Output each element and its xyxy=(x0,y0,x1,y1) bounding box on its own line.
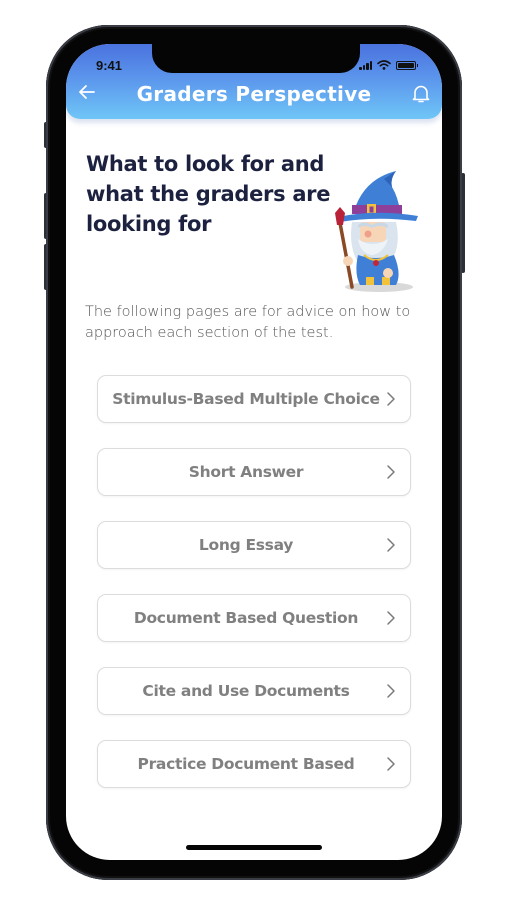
chevron-right-icon xyxy=(387,392,395,406)
status-icons xyxy=(359,60,418,70)
signal-icon xyxy=(359,60,372,70)
phone-frame: 9:41 Graders Perspective What to look fo… xyxy=(46,25,462,880)
menu-item-document-based-question[interactable]: Document Based Question xyxy=(97,594,411,642)
status-time: 9:41 xyxy=(96,58,123,73)
wifi-icon xyxy=(377,60,391,70)
app-header: 9:41 Graders Perspective xyxy=(66,44,442,119)
notch xyxy=(152,44,360,73)
menu-item-label: Long Essay xyxy=(198,536,294,554)
chevron-right-icon xyxy=(387,611,395,625)
menu-item-stimulus-based-multiple-choice[interactable]: Stimulus-Based Multiple Choice xyxy=(97,375,411,423)
hero-heading: What to look for and what the graders ar… xyxy=(86,152,331,236)
chevron-right-icon xyxy=(387,538,395,552)
battery-icon xyxy=(396,60,418,70)
menu-item-label: Document Based Question xyxy=(133,609,359,627)
menu-item-cite-and-use-documents[interactable]: Cite and Use Documents xyxy=(97,667,411,715)
notifications-button[interactable] xyxy=(412,84,430,104)
section-menu: Stimulus-Based Multiple Choice Short Ans… xyxy=(97,375,411,813)
phone-screen: 9:41 Graders Perspective What to look fo… xyxy=(66,44,442,860)
menu-item-label: Stimulus-Based Multiple Choice xyxy=(112,390,380,408)
bell-icon xyxy=(412,85,430,103)
menu-item-label: Short Answer xyxy=(188,463,304,481)
wizard-illustration xyxy=(335,171,418,292)
menu-item-label: Cite and Use Documents xyxy=(142,682,350,700)
mockup-stage: 9:41 Graders Perspective What to look fo… xyxy=(0,0,508,904)
home-indicator[interactable] xyxy=(186,845,322,850)
intro-text: The following pages are for advice on ho… xyxy=(85,304,411,341)
chevron-right-icon xyxy=(387,465,395,479)
chevron-right-icon xyxy=(387,684,395,698)
chevron-right-icon xyxy=(387,757,395,771)
menu-item-long-essay[interactable]: Long Essay xyxy=(97,521,411,569)
menu-item-label: Practice Document Based xyxy=(137,755,355,773)
menu-item-practice-document-based[interactable]: Practice Document Based xyxy=(97,740,411,788)
page-title: Graders Perspective xyxy=(136,82,372,106)
menu-item-short-answer[interactable]: Short Answer xyxy=(97,448,411,496)
